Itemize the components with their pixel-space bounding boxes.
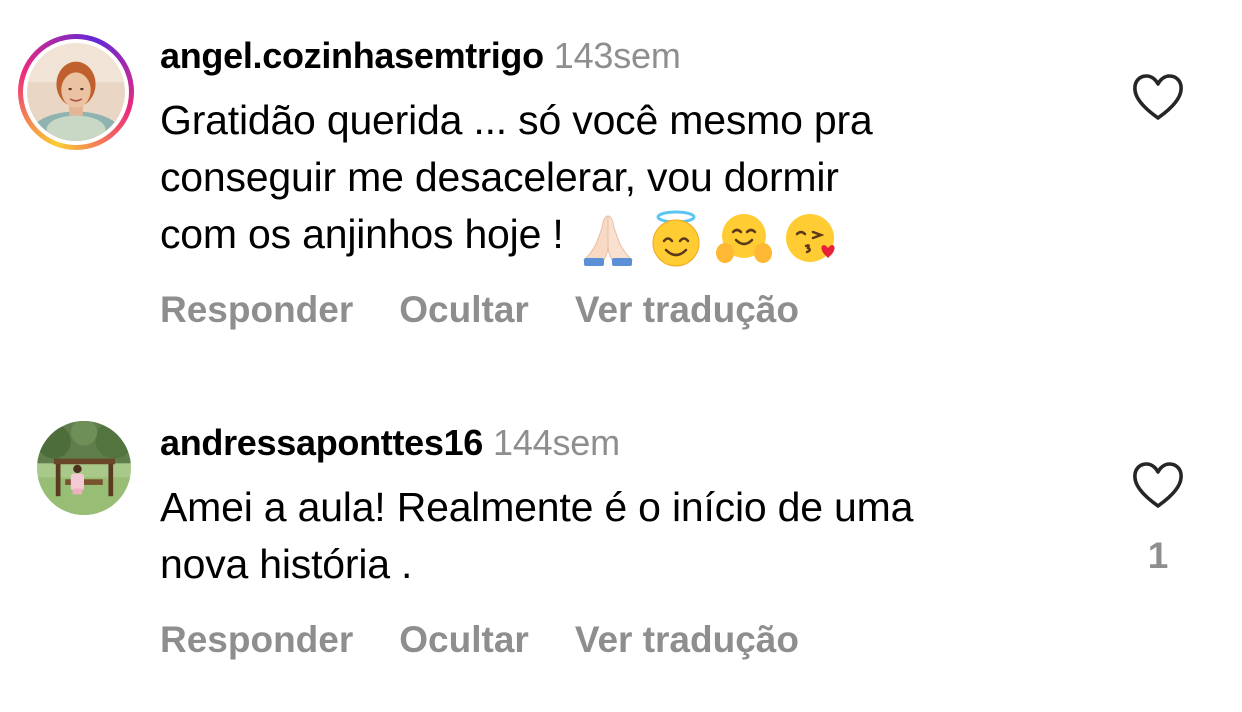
comment-text-line: Amei a aula! Realmente é o início de uma bbox=[160, 484, 914, 530]
translate-button[interactable]: Ver tradução bbox=[575, 288, 799, 332]
hide-button[interactable]: Ocultar bbox=[399, 618, 529, 662]
comment-text-line: com os anjinhos hoje ! bbox=[160, 211, 564, 257]
comment-header: angel.cozinhasemtrigo 143sem bbox=[160, 34, 681, 78]
comment-text-line: conseguir me desacelerar, vou dormir bbox=[160, 154, 839, 200]
comment-text-line: Gratidão querida ... só você mesmo pra bbox=[160, 97, 873, 143]
comment-actions: Responder Ocultar Ver tradução bbox=[160, 288, 845, 332]
comment-header: andressaponttes16 144sem bbox=[160, 421, 620, 465]
comment-text: Gratidão querida ... só você mesmo pra c… bbox=[160, 92, 1060, 268]
avatar-photo bbox=[27, 43, 125, 141]
reply-button[interactable]: Responder bbox=[160, 288, 353, 332]
username[interactable]: andressaponttes16 bbox=[160, 422, 483, 463]
smiling-face-with-halo-emoji bbox=[646, 208, 706, 268]
hugging-face-emoji bbox=[714, 208, 774, 268]
folded-hands-emoji bbox=[578, 208, 638, 268]
heart-outline-icon bbox=[1133, 74, 1183, 120]
avatar[interactable] bbox=[37, 421, 131, 515]
comment-actions: Responder Ocultar Ver tradução bbox=[160, 618, 845, 662]
like-count[interactable]: 1 bbox=[1130, 534, 1186, 578]
avatar-photo bbox=[37, 421, 131, 515]
reply-button[interactable]: Responder bbox=[160, 618, 353, 662]
comment-text-line: nova história . bbox=[160, 541, 413, 587]
comment-text: Amei a aula! Realmente é o início de uma… bbox=[160, 479, 1060, 593]
emoji-row bbox=[578, 207, 850, 268]
comment-item: angel.cozinhasemtrigo 143sem Gratidão que… bbox=[0, 0, 1242, 360]
timestamp: 144sem bbox=[493, 422, 620, 463]
like-button[interactable] bbox=[1130, 460, 1186, 510]
username[interactable]: angel.cozinhasemtrigo bbox=[160, 35, 544, 76]
timestamp: 143sem bbox=[553, 35, 681, 76]
like-button[interactable] bbox=[1130, 72, 1186, 122]
translate-button[interactable]: Ver tradução bbox=[575, 618, 799, 662]
face-blowing-kiss-emoji bbox=[782, 208, 842, 268]
comment-text-line-with-emojis: com os anjinhos hoje ! bbox=[160, 206, 1060, 268]
heart-outline-icon bbox=[1133, 462, 1183, 508]
avatar[interactable] bbox=[27, 43, 125, 141]
comment-item: andressaponttes16 144sem Amei a aula! Rea… bbox=[0, 400, 1242, 712]
hide-button[interactable]: Ocultar bbox=[399, 288, 529, 332]
